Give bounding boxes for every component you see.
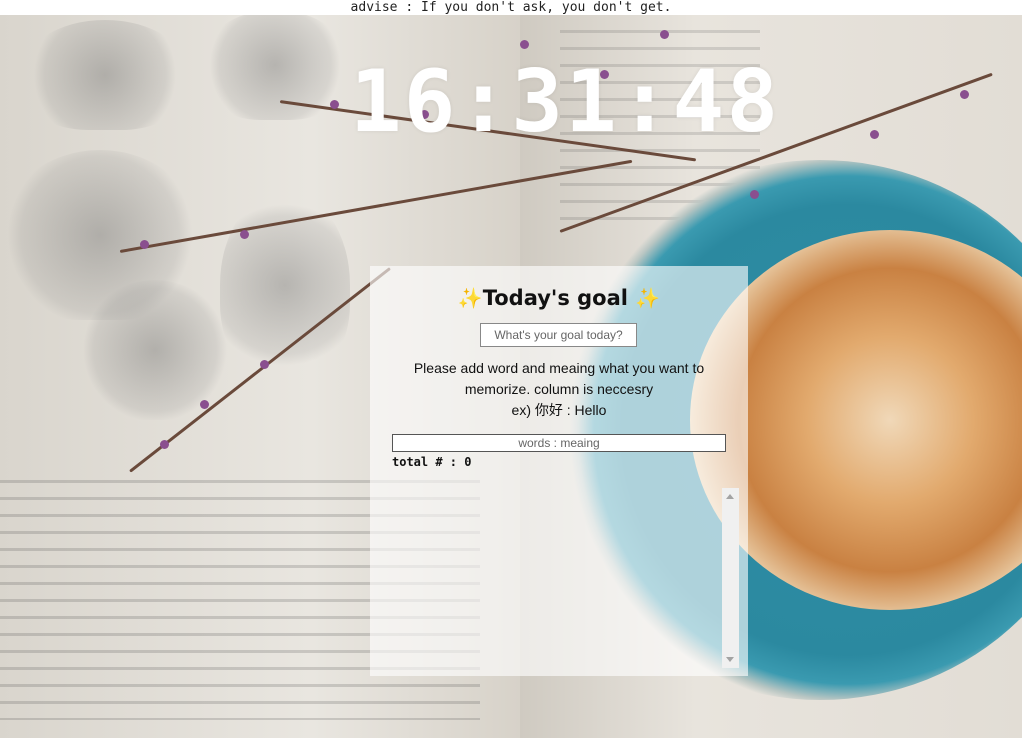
- scroll-down-arrow-icon[interactable]: [726, 657, 734, 662]
- tree-illustration: [80, 280, 230, 420]
- flower-bloom: [750, 190, 759, 199]
- goal-title-text: Today's goal: [482, 286, 628, 310]
- flower-bloom: [240, 230, 249, 239]
- words-input[interactable]: [392, 434, 726, 452]
- goal-panel: ✨Today's goal ✨ Please add word and meai…: [370, 266, 748, 676]
- flower-bloom: [520, 40, 529, 49]
- flower-bloom: [200, 400, 209, 409]
- goal-title: ✨Today's goal ✨: [370, 286, 748, 310]
- instruction-text: Please add word and meaing what you want…: [413, 360, 705, 397]
- flower-bloom: [260, 360, 269, 369]
- total-count: total # : 0: [392, 455, 472, 469]
- instruction-example: ex) 你好 : Hello: [511, 402, 607, 418]
- flower-bloom: [160, 440, 169, 449]
- flower-bloom: [140, 240, 149, 249]
- sparkles-icon: ✨: [457, 286, 483, 310]
- flower-bloom: [660, 30, 669, 39]
- sparkles-icon: ✨: [635, 286, 661, 310]
- clock-display: 16:31:48: [349, 52, 781, 152]
- instructions: Please add word and meaing what you want…: [390, 358, 728, 421]
- word-list[interactable]: [392, 488, 740, 668]
- advise-banner: advise : If you don't ask, you don't get…: [0, 0, 1022, 15]
- word-list-scrollbar[interactable]: [722, 488, 739, 668]
- scroll-up-arrow-icon[interactable]: [726, 494, 734, 499]
- goal-input[interactable]: [480, 323, 637, 347]
